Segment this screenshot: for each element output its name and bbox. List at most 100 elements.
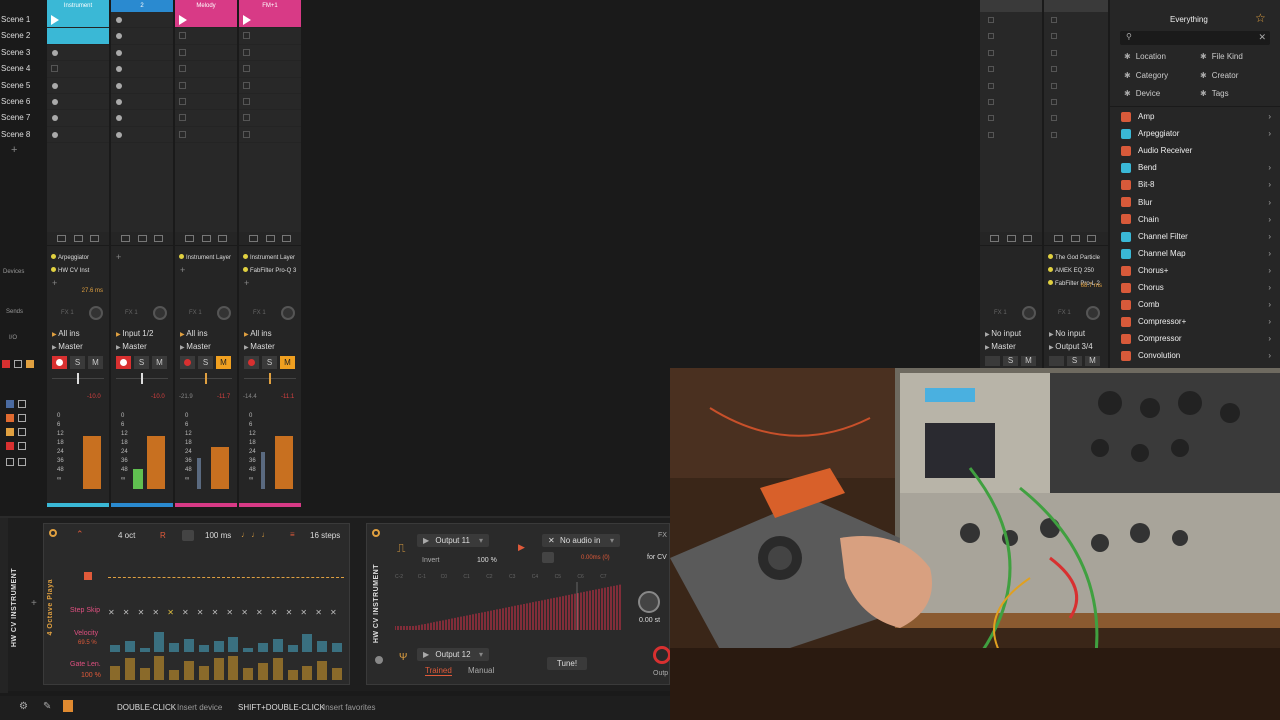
clip-slot[interactable] (239, 78, 301, 94)
device-list[interactable] (980, 246, 1042, 300)
chevron-right-icon[interactable]: › (1268, 247, 1271, 260)
clip-slot[interactable] (175, 61, 237, 78)
scene-1-button[interactable]: Scene 1 (0, 12, 46, 28)
browser-item[interactable]: Compressor+ › (1121, 315, 1271, 330)
browser-title[interactable]: Everything (1170, 15, 1208, 24)
filter-category[interactable]: ✱ Category (1124, 71, 1168, 80)
browser-item[interactable]: Convolution › (1121, 349, 1271, 364)
record-arm-button[interactable] (116, 356, 131, 369)
channel-icons[interactable] (111, 232, 173, 246)
track-2-header[interactable]: 2 (111, 0, 173, 12)
skip-toggle-icon[interactable]: ✕ (315, 608, 322, 617)
stop-square-icon[interactable] (1051, 99, 1057, 105)
device-item[interactable]: AMEK EQ 250 (1044, 265, 1108, 278)
stop-square-icon[interactable] (1051, 131, 1057, 138)
clip-slot[interactable] (111, 28, 173, 45)
step-skip-row[interactable]: ✕ ✕ ✕ ✕ ✕ ✕ ✕ ✕ ✕ ✕ ✕ ✕ ✕ ✕ ✕ ✕ (108, 608, 344, 618)
add-device-icon[interactable]: + (175, 265, 237, 275)
solo-button[interactable]: S (262, 356, 277, 369)
gate-bars[interactable] (108, 654, 344, 680)
channel-option-icon[interactable] (266, 235, 275, 242)
edit-icon[interactable] (18, 428, 26, 436)
channel-option-icon[interactable] (154, 235, 163, 242)
record-arm-button[interactable] (52, 356, 67, 369)
clip-slot[interactable] (175, 45, 237, 62)
arp-shuffle-icon[interactable]: ≡ (290, 530, 295, 539)
clip-slot[interactable] (239, 12, 301, 29)
stop-square-icon[interactable] (988, 115, 994, 122)
favorite-star-icon[interactable]: ☆ (1255, 11, 1266, 25)
scene-6-button[interactable]: Scene 6 (0, 94, 46, 110)
output-select-2[interactable]: ▶ Output 12 ▾ (417, 648, 489, 661)
record-tool-icon[interactable] (6, 442, 14, 450)
track-3-clips[interactable]: Melody (175, 0, 237, 240)
velocity-step-bar[interactable] (302, 634, 313, 652)
gate-step-bar[interactable] (287, 670, 298, 680)
skip-toggle-icon[interactable]: ✕ (286, 608, 293, 617)
channel-icons[interactable] (239, 232, 301, 246)
velocity-step-bar[interactable] (332, 643, 342, 652)
arp-octave[interactable]: 4 oct (118, 531, 135, 540)
filter-creator[interactable]: ✱ Creator (1200, 71, 1238, 80)
chevron-right-icon[interactable]: › (1268, 349, 1271, 362)
add-scene-button[interactable]: + (11, 144, 17, 156)
mute-button[interactable]: M (88, 356, 103, 369)
velocity-step-bar[interactable] (258, 643, 268, 652)
channel-icons[interactable] (980, 232, 1042, 246)
clip-slot[interactable] (239, 94, 301, 111)
pitch-value[interactable]: 0.00 st (639, 617, 660, 624)
solo-button[interactable]: S (134, 356, 149, 369)
velocity-step-bar[interactable] (228, 637, 239, 652)
channel-option-icon[interactable] (1054, 235, 1063, 242)
browser-item[interactable]: Comb › (1121, 298, 1271, 313)
mute-button[interactable]: M (216, 356, 231, 369)
velocity-step-bar[interactable] (243, 648, 254, 652)
browser-item[interactable]: Blur › (1121, 196, 1271, 211)
skip-toggle-icon[interactable]: ✕ (197, 608, 204, 617)
gate-step-bar[interactable] (124, 658, 135, 680)
device-chain-add[interactable]: + (31, 598, 37, 609)
manual-tab[interactable]: Manual (468, 666, 494, 675)
stop-square-icon[interactable] (988, 33, 994, 40)
left-mixer-tools[interactable] (2, 356, 36, 466)
browser-item[interactable]: Chorus › (1121, 281, 1271, 296)
channel-option-icon[interactable] (185, 235, 194, 242)
arp-steps[interactable]: 16 steps (310, 531, 340, 540)
skip-toggle-icon[interactable]: ✕ (152, 608, 159, 617)
channel-option-icon[interactable] (249, 235, 258, 242)
fx-label[interactable]: FX (658, 532, 667, 539)
gate-step-bar[interactable] (332, 668, 342, 680)
channel-option-icon[interactable] (121, 235, 130, 242)
gate-step-bar[interactable] (198, 666, 209, 680)
input-select[interactable]: ▶ All ins (47, 327, 80, 340)
device-list[interactable]: The God Particle AMEK EQ 250 FabFilter Pro… (1044, 246, 1108, 300)
track-1-header[interactable]: Instrument (47, 0, 109, 12)
clip-slot[interactable] (175, 94, 237, 111)
clip-slot[interactable] (111, 78, 173, 94)
delay-compensation[interactable]: 0.00ms (0) (581, 555, 610, 561)
velocity-bars[interactable] (108, 628, 344, 652)
stop-square-icon[interactable] (988, 82, 994, 89)
solo-button[interactable]: S (198, 356, 213, 369)
output-select[interactable]: ▶ Master (175, 340, 211, 353)
track-1-clips[interactable]: Instrument (47, 0, 109, 240)
skip-toggle-icon[interactable]: ✕ (138, 608, 145, 617)
track-3-header[interactable]: Melody (175, 0, 237, 12)
browser-item[interactable]: Chorus+ › (1121, 264, 1271, 279)
chevron-right-icon[interactable]: › (1268, 298, 1271, 311)
clip-slot[interactable] (47, 45, 109, 62)
gate-step-bar[interactable] (110, 666, 120, 680)
stop-square-icon[interactable] (988, 49, 994, 56)
arp-power-icon[interactable] (49, 529, 57, 537)
channel-icons[interactable] (175, 232, 237, 246)
device-item[interactable]: Instrument Layer (239, 252, 301, 265)
velocity-step-bar[interactable] (139, 648, 150, 652)
record-arm-button[interactable] (244, 356, 259, 369)
input-select[interactable]: ▶ All ins (175, 327, 208, 340)
fx-send-knob[interactable] (1086, 306, 1100, 320)
view-icon[interactable] (6, 458, 14, 466)
trained-tab[interactable]: Trained (425, 666, 452, 676)
tune-button[interactable]: Tune! (547, 657, 587, 670)
device-list[interactable]: + (111, 246, 173, 300)
chevron-right-icon[interactable]: › (1268, 196, 1271, 209)
